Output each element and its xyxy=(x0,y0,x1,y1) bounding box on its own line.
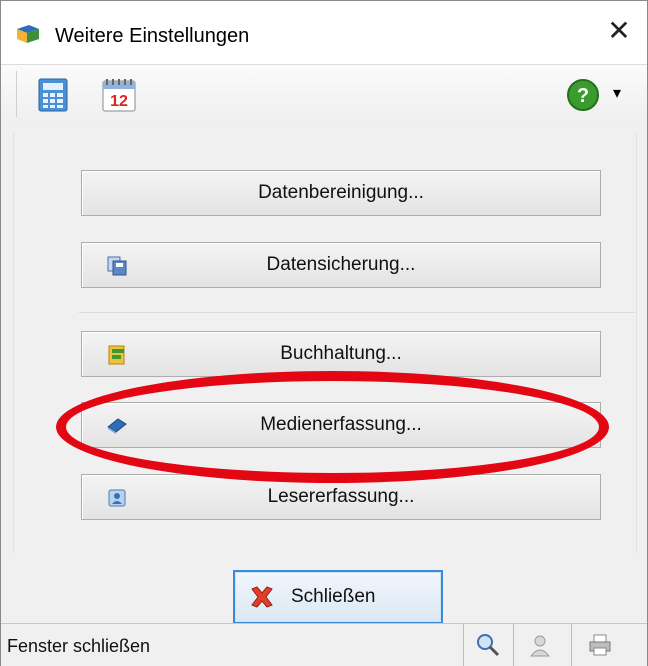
lesererfassung-label: Lesererfassung... xyxy=(267,486,415,507)
buchhaltung-label: Buchhaltung... xyxy=(280,343,402,364)
status-separator xyxy=(463,624,464,666)
window-close-button[interactable]: ✕ xyxy=(591,11,647,51)
settings-panel: Datenbereinigung... Datensicherung... Bu… xyxy=(1,125,647,624)
schliessen-button[interactable]: Schließen xyxy=(233,570,443,624)
app-books-icon xyxy=(17,25,39,43)
toolbar-grip xyxy=(16,71,17,117)
help-icon[interactable]: ? xyxy=(565,77,601,113)
datenbereinigung-label: Datenbereinigung... xyxy=(258,182,424,203)
lesererfassung-button[interactable]: Lesererfassung... xyxy=(81,474,601,520)
help-dropdown-icon[interactable]: ▾ xyxy=(613,83,621,103)
red-x-icon xyxy=(251,586,273,608)
section-divider xyxy=(79,312,635,313)
calendar-day: 12 xyxy=(110,93,128,110)
status-separator xyxy=(571,624,572,666)
settings-window: Weitere Einstellungen ✕ 12 ? ▾ Datenbere… xyxy=(0,0,648,666)
calendar-graphic: 12 xyxy=(102,79,136,112)
help-circle: ? xyxy=(567,79,599,111)
datensicherung-button[interactable]: Datensicherung... xyxy=(81,242,601,288)
status-separator xyxy=(513,624,514,666)
status-bar: Fenster schließen xyxy=(1,623,647,666)
buchhaltung-button[interactable]: Buchhaltung... xyxy=(81,331,601,377)
toolbar: 12 ? ▾ xyxy=(1,64,647,126)
medienerfassung-label: Medienerfassung... xyxy=(260,414,422,435)
datensicherung-label: Datensicherung... xyxy=(266,254,416,275)
status-text: Fenster schließen xyxy=(7,636,151,656)
schliessen-label: Schließen xyxy=(291,586,376,607)
datenbereinigung-button[interactable]: Datenbereinigung... xyxy=(81,170,601,216)
calculator-icon[interactable] xyxy=(35,77,71,113)
medienerfassung-button[interactable]: Medienerfassung... xyxy=(81,402,601,448)
printer-icon[interactable] xyxy=(587,632,613,658)
user-icon[interactable] xyxy=(527,632,553,658)
window-title: Weitere Einstellungen xyxy=(55,25,250,47)
title-bar: Weitere Einstellungen ✕ xyxy=(1,1,647,63)
calendar-icon[interactable]: 12 xyxy=(101,77,137,113)
magnifier-icon[interactable] xyxy=(475,632,501,658)
help-glyph: ? xyxy=(577,85,589,107)
